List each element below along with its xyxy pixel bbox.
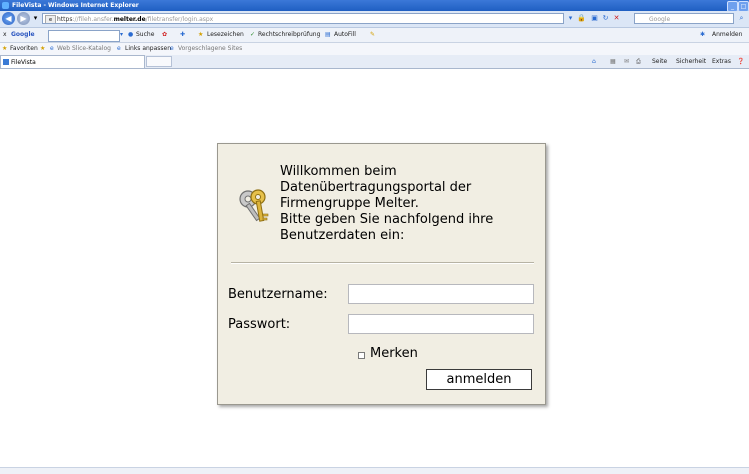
search-input[interactable]: Google xyxy=(634,13,734,24)
links-anpassen-link[interactable]: Links anpassen xyxy=(125,43,171,55)
keys-icon xyxy=(239,189,269,222)
home-icon[interactable]: ⌂ xyxy=(592,55,596,68)
url-path: /filetransfer/login.aspx xyxy=(145,16,214,23)
extras-menu[interactable]: Extras xyxy=(712,55,731,68)
welcome-text: Willkommen beim Datenübertragungsportal … xyxy=(280,164,494,243)
favorites-bar: ★ Favoriten ★ e Web Slice-Katalog e Link… xyxy=(0,43,749,55)
links-icon: e xyxy=(117,45,121,52)
refresh-icon[interactable]: ↻ xyxy=(601,14,610,23)
toolbar-close-icon[interactable]: x xyxy=(3,28,7,42)
favoriten-button[interactable]: Favoriten xyxy=(10,43,38,55)
rechtschreib-button[interactable]: Rechtschreibprüfung xyxy=(258,28,320,42)
back-button[interactable]: ◀ xyxy=(2,12,15,25)
password-field[interactable] xyxy=(348,314,534,334)
print-icon[interactable]: ⎙ xyxy=(636,55,641,68)
seite-menu[interactable]: Seite xyxy=(652,55,667,68)
tab-bar: FileVista ⌂ ▦ ✉ ⎙ Seite Sicherheit Extra… xyxy=(0,55,749,69)
url-protocol: https xyxy=(57,16,73,23)
webslice-link[interactable]: Web Slice-Katalog xyxy=(57,43,111,55)
suggested-sites-link[interactable]: Vorgeschlagene Sites xyxy=(178,43,242,55)
feeds-icon[interactable]: ▦ xyxy=(610,55,616,68)
window-title-bar: FileVista - Windows Internet Explorer _ … xyxy=(0,0,749,12)
url-host: melter.de xyxy=(113,16,146,23)
search-icon[interactable]: ⌕ xyxy=(737,14,746,23)
settings-wrench-icon[interactable]: ✱ xyxy=(700,28,705,42)
add-favorite-icon[interactable]: ★ xyxy=(40,43,45,55)
help-icon[interactable]: ❓ xyxy=(737,55,744,68)
compatibility-icon[interactable]: ▣ xyxy=(590,14,599,23)
google-logo: Google xyxy=(11,31,35,38)
mail-icon[interactable]: ✉ xyxy=(624,55,629,68)
login-panel: Willkommen beim Datenübertragungsportal … xyxy=(217,143,546,405)
suche-icon: ● xyxy=(128,31,134,38)
address-input[interactable]: e https://fileh.ansfer.melter.de/filetra… xyxy=(42,13,564,24)
page-icon: e xyxy=(45,15,56,23)
password-label: Passwort: xyxy=(228,317,291,332)
ie-app-icon xyxy=(2,2,9,9)
popup-blocker-icon[interactable]: ✿ xyxy=(162,28,167,42)
tab-label: FileVista xyxy=(11,59,36,66)
forward-button[interactable]: ▶ xyxy=(17,12,30,25)
username-field[interactable] xyxy=(348,284,534,304)
webslice-icon: e xyxy=(50,45,54,52)
remember-label[interactable]: Merken xyxy=(370,346,418,361)
panel-divider xyxy=(231,262,534,264)
remember-checkbox[interactable] xyxy=(358,352,365,359)
autofill-button[interactable]: AutoFill xyxy=(334,28,356,42)
history-dropdown-icon[interactable]: ▾ xyxy=(31,14,40,23)
highlighter-icon[interactable]: ✎ xyxy=(370,28,375,42)
lock-icon[interactable]: 🔒 xyxy=(577,14,586,23)
url-subdomain: ://fileh.ansfer. xyxy=(72,16,114,23)
google-search-input[interactable] xyxy=(48,30,120,42)
suggested-icon: e xyxy=(170,45,174,52)
google-dropdown-icon[interactable]: ▾ xyxy=(120,28,123,42)
address-bar-row: ◀ ▶ ▾ e https://fileh.ansfer.melter.de/f… xyxy=(0,11,749,28)
lesezeichen-button[interactable]: Lesezeichen xyxy=(207,28,244,42)
username-label: Benutzername: xyxy=(228,287,328,302)
tab-filevista[interactable]: FileVista xyxy=(0,55,145,68)
bookmark-star-icon: ★ xyxy=(198,31,204,38)
tab-favicon-icon xyxy=(3,59,9,65)
suche-button[interactable]: Suche xyxy=(136,28,154,42)
stop-icon[interactable]: ✕ xyxy=(612,14,621,23)
autofill-icon: ▤ xyxy=(325,31,331,38)
anmelden-toolbar-link[interactable]: Anmelden xyxy=(712,28,742,42)
share-icon[interactable]: ✚ xyxy=(180,28,185,42)
google-toolbar: x Google ▾ ● Suche ✿ ✚ ★ Lesezeichen ✓ R… xyxy=(0,28,749,43)
new-tab-button[interactable] xyxy=(146,56,172,67)
address-dropdown-icon[interactable]: ▾ xyxy=(566,14,575,23)
favorites-star-icon: ★ xyxy=(2,45,8,52)
login-button[interactable]: anmelden xyxy=(426,369,532,390)
spellcheck-icon: ✓ xyxy=(250,31,256,38)
search-placeholder: Google xyxy=(649,16,671,23)
window-title: FileVista - Windows Internet Explorer xyxy=(12,2,139,9)
sicherheit-menu[interactable]: Sicherheit xyxy=(676,55,706,68)
